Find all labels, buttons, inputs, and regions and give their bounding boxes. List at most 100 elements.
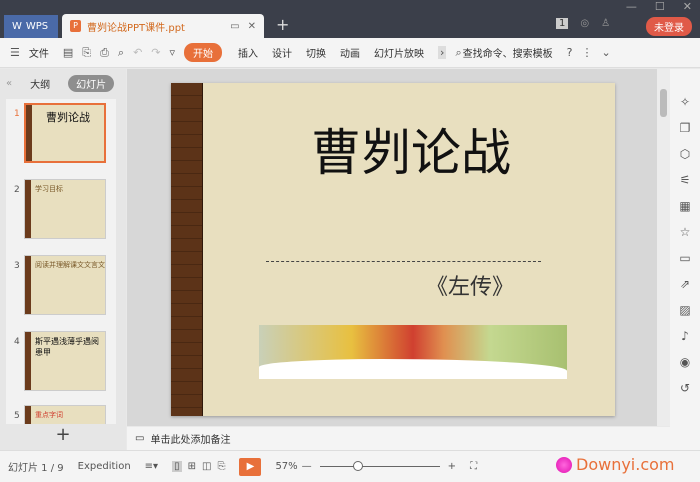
normal-view-icon[interactable]: ▯: [172, 461, 182, 472]
zoom-slider-thumb[interactable]: [352, 461, 363, 471]
print-icon[interactable]: ⎙: [100, 46, 109, 60]
history-icon[interactable]: ↺: [680, 381, 690, 395]
tab-wps-home[interactable]: W WPS: [4, 15, 58, 38]
thumbnail-title: 学习目标: [35, 185, 63, 193]
tab-design[interactable]: 设计: [272, 45, 292, 60]
share-icon[interactable]: ⇗: [680, 277, 690, 291]
theme-name: Expedition: [77, 461, 131, 472]
image-icon[interactable]: ▨: [679, 303, 690, 317]
more-dropdown-icon[interactable]: ▿: [170, 46, 176, 59]
close-window-button[interactable]: ✕: [683, 0, 692, 13]
notes-area[interactable]: ▭ 单击此处添加备注: [127, 427, 670, 450]
right-sidebar: ✧ ❐ ⬡ ⚟ ▦ ☆ ▭ ⇗ ▨ ♪ ◉ ↺: [670, 69, 700, 450]
slide-number: 4: [14, 337, 20, 347]
thumbnail-title: 重点字词: [35, 411, 63, 419]
tab-transition[interactable]: 切换: [306, 45, 326, 60]
slide-number: 3: [14, 261, 20, 271]
slide-thumbnails: 1 曹刿论战 2 学习目标 3 阅读并理解课文文言文 4 斯平遇浅薄乎遇阅患甲 …: [6, 99, 116, 424]
dashed-divider: [266, 261, 541, 262]
template-icon[interactable]: ▦: [679, 199, 690, 213]
thumbnail-title: 曹刿论战: [46, 111, 90, 124]
notes-placeholder: 单击此处添加备注: [150, 435, 231, 446]
archive-icon[interactable]: ▭: [679, 251, 690, 265]
ribbon-toolbar: ☰ 文件 ▤ ⎘ ⎙ ⌕ ↶ ↷ ▿ 开始 插入 设计 切换 动画 幻灯片放映 …: [0, 38, 700, 68]
pin-icon[interactable]: ▭: [230, 21, 239, 32]
slide-counter: 幻灯片 1 / 9: [8, 463, 64, 474]
document-tab-label: 曹刿论战PPT课件.ppt: [87, 22, 185, 34]
new-tab-button[interactable]: +: [276, 15, 289, 34]
tab-slideshow[interactable]: 幻灯片放映: [374, 45, 424, 60]
reading-view-icon[interactable]: ◫: [202, 461, 211, 472]
thumbnail-title: 阅读并理解课文文言文: [35, 261, 105, 269]
scrollbar-thumb[interactable]: [660, 89, 667, 117]
slide-panel: « 大纲 幻灯片 1 曹刿论战 2 学习目标 3 阅读并理解课文文言文 4 斯平遇浅…: [0, 69, 126, 450]
tab-start[interactable]: 开始: [184, 43, 223, 62]
settings-sliders-icon[interactable]: ⚟: [680, 173, 691, 187]
fit-window-icon[interactable]: ⛶: [470, 461, 477, 472]
pink-orb-icon: [556, 456, 572, 473]
search-icon[interactable]: ⌕: [455, 46, 461, 60]
page-badge[interactable]: 1: [556, 18, 569, 29]
star-icon[interactable]: ☆: [680, 225, 691, 239]
copy-icon[interactable]: ❐: [680, 121, 691, 135]
more-icon[interactable]: ⋮: [581, 46, 592, 59]
audio-icon[interactable]: ♪: [681, 329, 689, 343]
slide-thumbnail[interactable]: 重点字词: [24, 405, 106, 424]
zoom-in-button[interactable]: +: [448, 461, 456, 472]
slide-number: 1: [14, 109, 20, 119]
collapse-ribbon-icon[interactable]: ⌄: [601, 46, 610, 59]
zoom-level[interactable]: 57%: [275, 461, 297, 472]
collapse-panel-icon[interactable]: «: [6, 78, 12, 89]
slide-thumbnail[interactable]: 曹刿论战: [24, 103, 106, 163]
sorter-view-icon[interactable]: ⊞: [188, 461, 196, 472]
shapes-icon[interactable]: ⬡: [680, 147, 690, 161]
play-slideshow-button[interactable]: ▶: [239, 457, 262, 476]
tab-slides[interactable]: 幻灯片: [68, 74, 115, 92]
close-tab-icon[interactable]: ✕: [248, 21, 256, 32]
undo-icon[interactable]: ↶: [133, 46, 142, 59]
slide-thumbnail[interactable]: 斯平遇浅薄乎遇阅患甲: [24, 331, 106, 391]
search-command[interactable]: 查找命令、搜索模板: [463, 45, 553, 60]
ppt-file-icon: P: [70, 20, 81, 32]
tab-insert[interactable]: 插入: [238, 45, 258, 60]
save-icon[interactable]: ▤: [63, 46, 73, 59]
slide-number: 2: [14, 185, 20, 195]
slide-subtitle[interactable]: 《左传》: [426, 269, 514, 301]
preview-icon[interactable]: ⌕: [118, 46, 124, 60]
current-slide[interactable]: 曹刿论战 《左传》: [171, 83, 615, 416]
slide-title[interactable]: 曹刿论战: [261, 113, 561, 185]
slide-canvas: 曹刿论战 《左传》: [127, 69, 657, 426]
tab-document[interactable]: P 曹刿论战PPT课件.ppt ▭ ✕: [62, 14, 264, 38]
thumbnail-title: 斯平遇浅薄乎遇阅患甲: [35, 337, 99, 357]
export-icon[interactable]: ⎘: [82, 46, 91, 60]
vertical-scrollbar[interactable]: [657, 69, 670, 426]
slide-thumbnail[interactable]: 阅读并理解课文文言文: [24, 255, 106, 315]
skin-icon[interactable]: ◎: [580, 18, 589, 29]
add-slide-button[interactable]: +: [0, 424, 126, 450]
presenter-view-icon[interactable]: ⎘: [217, 461, 225, 472]
zoom-out-button[interactable]: —: [302, 461, 312, 472]
comment-icon: ▭: [135, 433, 145, 444]
book-spine-decoration: [171, 83, 203, 416]
redo-icon[interactable]: ↷: [151, 46, 160, 59]
slide-thumbnail[interactable]: 学习目标: [24, 179, 106, 239]
shirt-icon[interactable]: ♙: [601, 18, 610, 29]
zoom-slider[interactable]: [319, 461, 440, 471]
scroll-right-icon[interactable]: ›: [438, 46, 447, 59]
title-bar: W WPS P 曹刿论战PPT课件.ppt ▭ ✕ + 1 ◎ ♙ 未登录 — ☐ ✕: [0, 0, 700, 38]
maximize-button[interactable]: ☐: [655, 0, 665, 13]
wps-logo-icon: W: [12, 21, 22, 32]
login-button[interactable]: 未登录: [646, 17, 692, 36]
minimize-button[interactable]: —: [626, 0, 637, 13]
slide-number: 5: [14, 411, 20, 421]
location-icon[interactable]: ◉: [680, 355, 690, 369]
slide-illustration[interactable]: [259, 325, 567, 379]
pin-icon[interactable]: ✧: [680, 95, 690, 109]
file-menu[interactable]: 文件: [29, 45, 49, 60]
tab-animation[interactable]: 动画: [340, 45, 360, 60]
help-button[interactable]: ?: [567, 46, 573, 59]
notes-toggle-icon[interactable]: ≡▾: [145, 461, 158, 472]
menu-icon[interactable]: ☰: [10, 46, 20, 59]
tab-outline[interactable]: 大纲: [30, 76, 50, 91]
wps-label: WPS: [25, 21, 49, 32]
